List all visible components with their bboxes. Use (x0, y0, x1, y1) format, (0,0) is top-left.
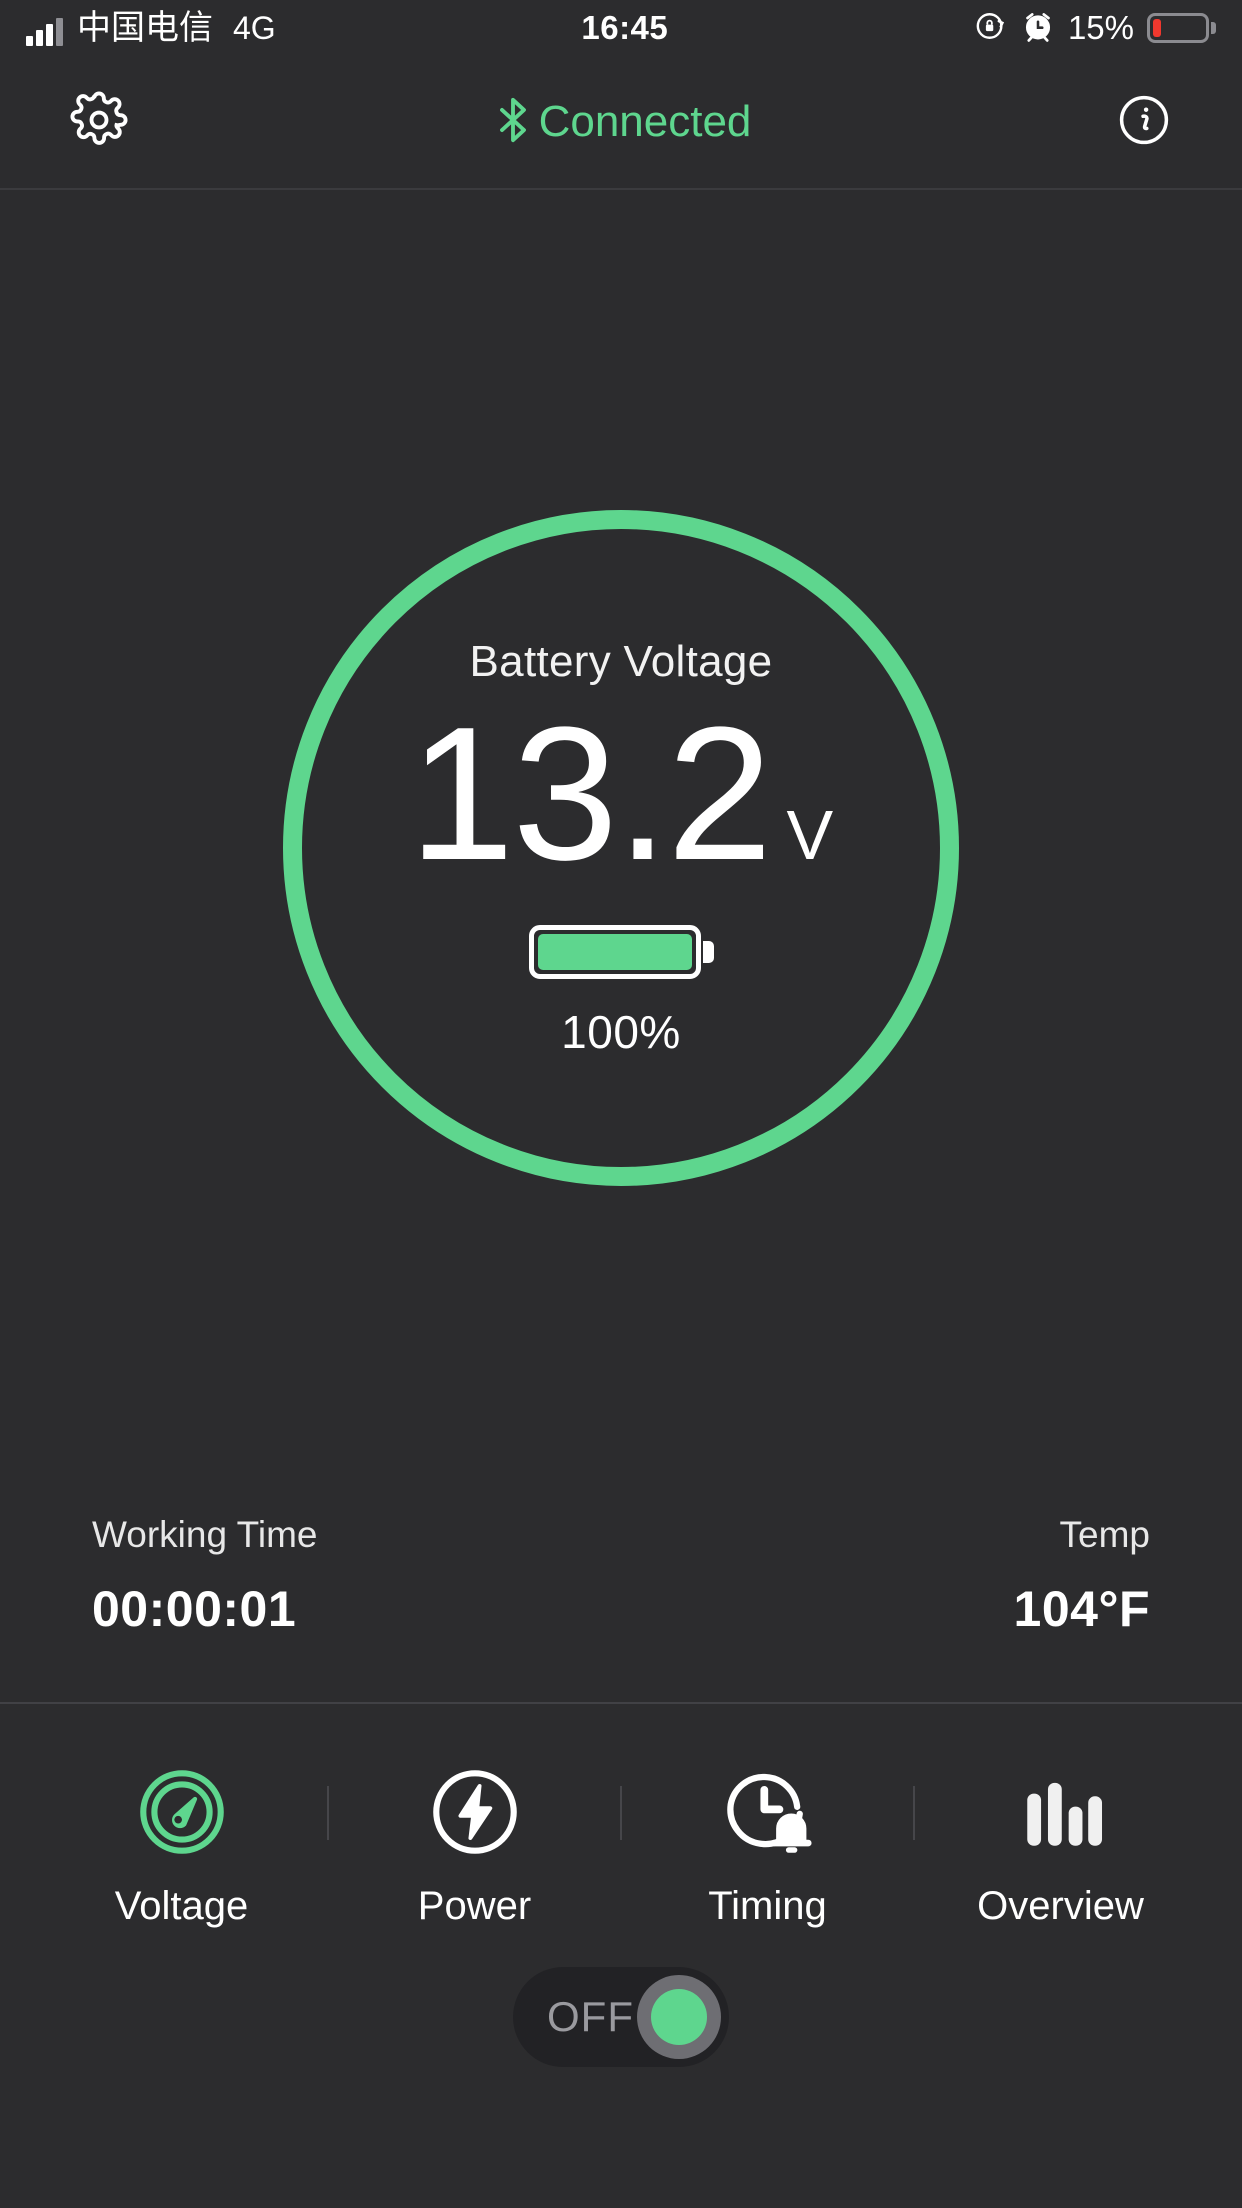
status-bar: 中国电信 4G 16:45 15% (0, 0, 1242, 56)
gauge-caption: Battery Voltage (469, 637, 773, 686)
bolt-icon (429, 1760, 521, 1864)
info-icon (1116, 92, 1172, 153)
stat-value: 104°F (1013, 1581, 1150, 1637)
gauge-icon (136, 1760, 228, 1864)
rotation-lock-icon (974, 9, 1008, 48)
stat-temp: Temp 104°F (1014, 1514, 1150, 1638)
battery-percent-label: 15% (1067, 9, 1134, 46)
battery-level-label: 100% (561, 1006, 681, 1058)
tab-label: Timing (708, 1884, 827, 1928)
stat-label: Working Time (92, 1514, 318, 1555)
stats-row: Working Time 00:00:01 Temp 104°F (0, 1514, 1242, 1638)
status-bar-clock: 16:45 (581, 9, 669, 46)
tab-list: Voltage Power Timing Overview (0, 1704, 1242, 1929)
tab-label: Overview (977, 1884, 1144, 1928)
gauge-unit: V (786, 796, 834, 874)
power-switch[interactable]: OFF (513, 1967, 729, 2067)
app-header: Connected (0, 56, 1242, 190)
app-screen: 中国电信 4G 16:45 15% Connected Battery Volt… (0, 0, 1242, 2208)
power-switch-knob[interactable] (637, 1975, 721, 2059)
tab-overview[interactable]: Overview (915, 1760, 1206, 1929)
voltage-gauge: Battery Voltage 13.2 V 100% (283, 510, 959, 1186)
stat-label: Temp (1059, 1514, 1150, 1555)
tab-power[interactable]: Power (329, 1760, 620, 1929)
battery-level-icon (528, 925, 714, 979)
connection-status: Connected (190, 92, 1052, 153)
settings-button[interactable] (70, 91, 190, 154)
stat-working-time: Working Time 00:00:01 (92, 1514, 318, 1638)
bar-chart-icon (1015, 1760, 1107, 1864)
connection-status-label: Connected (538, 97, 752, 146)
alarm-clock-icon (1021, 9, 1055, 48)
tab-label: Power (417, 1884, 532, 1928)
tab-timing[interactable]: Timing (622, 1760, 913, 1929)
network-type-label: 4G (233, 10, 276, 46)
bottom-tab-bar: Voltage Power Timing Overview OFF (0, 1702, 1242, 2208)
status-bar-right: 15% (974, 9, 1216, 48)
main-content: Battery Voltage 13.2 V 100% Working Time… (0, 190, 1242, 1700)
info-button[interactable] (1052, 92, 1172, 153)
battery-icon (1147, 13, 1216, 43)
bluetooth-icon (491, 92, 535, 153)
carrier-label: 中国电信 (77, 9, 213, 47)
power-switch-container: OFF (0, 1967, 1242, 2067)
gauge-reading: 13.2 V (408, 688, 834, 900)
gear-icon (70, 91, 128, 154)
gauge-value: 13.2 (408, 688, 773, 900)
power-switch-label: OFF (547, 1993, 634, 2040)
clock-alarm-icon (720, 1760, 816, 1864)
status-bar-left: 中国电信 4G (26, 10, 276, 46)
tab-voltage[interactable]: Voltage (36, 1760, 327, 1929)
tab-label: Voltage (114, 1884, 249, 1928)
signal-bars-icon (26, 18, 63, 46)
stat-value: 00:00:01 (92, 1581, 297, 1637)
